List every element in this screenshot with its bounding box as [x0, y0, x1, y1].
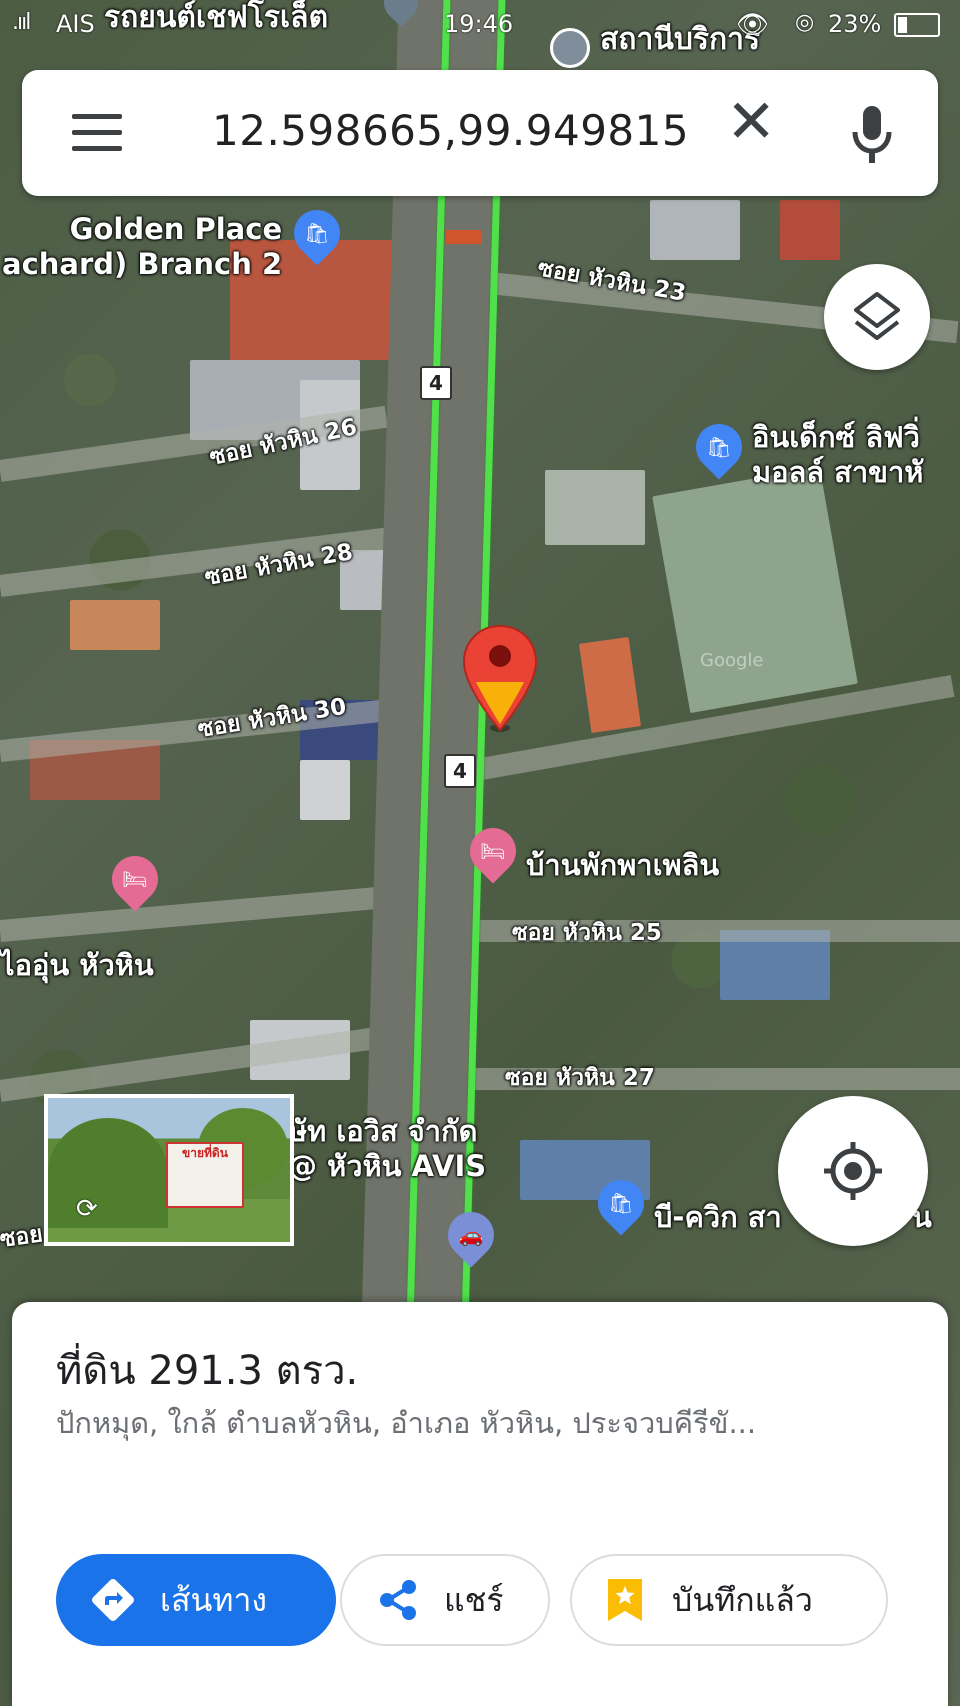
battery-level: 23% — [828, 10, 882, 38]
tree — [48, 1118, 168, 1228]
layers-button[interactable] — [824, 264, 930, 370]
battery-fill — [898, 17, 907, 33]
road-label: ซอย — [0, 1221, 45, 1253]
battery-icon — [894, 13, 940, 37]
route-shield: 4 — [420, 366, 452, 400]
side-road — [0, 886, 390, 942]
place-label[interactable]: บ้านพักพาเพลิน — [526, 848, 719, 883]
street-view-thumbnail[interactable]: ขายที่ดิน ⟳ — [44, 1094, 294, 1246]
directions-icon — [92, 1579, 134, 1621]
share-icon — [380, 1580, 416, 1620]
car-icon: 🚗 — [458, 1223, 484, 1247]
clock: 19:46 — [444, 10, 514, 38]
place-label-index-mall[interactable]: อินเด็กซ์ ลิฟวิ่ มอลล์ สาขาหั — [752, 420, 923, 491]
mic-icon[interactable] — [850, 104, 894, 166]
mall-roof — [652, 466, 858, 714]
search-bar[interactable]: 12.598665,99.949815 ✕ — [22, 70, 938, 196]
signal-icon: .ııl — [12, 10, 31, 35]
bed-icon: 🛏 — [122, 867, 148, 891]
carrier: AIS — [56, 10, 95, 38]
dropped-pin-icon[interactable] — [462, 624, 538, 736]
hotel-pin[interactable]: 🛏 — [102, 846, 168, 912]
shopping-bag-icon: 🛍 — [304, 221, 330, 245]
route-shield: 4 — [444, 754, 476, 788]
land-sale-sign: ขายที่ดิน — [166, 1142, 244, 1208]
directions-label: เส้นทาง — [160, 1580, 268, 1619]
building — [578, 636, 642, 734]
location-icon: ◎ — [795, 10, 815, 35]
place-label-line: @ หัวหิน AVIS — [288, 1149, 487, 1184]
place-label-golden-place[interactable]: Golden Place achard) Branch 2 — [2, 212, 283, 283]
shopping-pin[interactable]: 🛍 — [686, 414, 752, 480]
road-label: ซอย หัวหิน 25 — [512, 920, 662, 946]
rotate-360-icon: ⟳ — [76, 1194, 98, 1224]
building — [300, 760, 350, 820]
crosshair-icon — [824, 1142, 882, 1200]
place-label-line: มอลล์ สาขาหั — [752, 455, 924, 490]
status-bar: .ııl AIS 19:46 👁 ◎ 23% — [0, 0, 960, 50]
place-sheet[interactable]: ที่ดิน 291.3 ตรว. ปักหมุด, ใกล้ ตำบลหัวห… — [12, 1302, 948, 1706]
shopping-bag-icon: 🛍 — [608, 1191, 634, 1215]
saved-label: บันทึกแล้ว — [672, 1580, 813, 1619]
close-icon[interactable]: ✕ — [726, 92, 776, 152]
place-label-line: ษัท เอวิส จำกัด — [288, 1114, 478, 1148]
building — [545, 470, 645, 545]
directions-button[interactable]: เส้นทาง — [56, 1554, 336, 1646]
place-label-line: อินเด็กซ์ ลิฟวิ่ — [752, 420, 920, 454]
place-label[interactable]: บี-ควิก สา — [654, 1200, 782, 1235]
share-button[interactable]: แชร์ — [340, 1554, 550, 1646]
place-label-avis[interactable]: ษัท เอวิส จำกัด @ หัวหิน AVIS — [288, 1114, 486, 1185]
building — [780, 200, 840, 260]
eye-icon: 👁 — [736, 10, 770, 40]
place-label-line: Golden Place — [69, 212, 283, 246]
building — [70, 600, 160, 650]
bed-icon: 🛏 — [480, 839, 506, 863]
search-input[interactable]: 12.598665,99.949815 — [212, 106, 689, 155]
shopping-bag-icon: 🛍 — [706, 435, 732, 459]
traffic-segment — [446, 230, 482, 244]
building — [650, 200, 740, 260]
bookmark-star-icon — [608, 1579, 642, 1621]
layers-icon — [854, 292, 900, 340]
share-label: แชร์ — [444, 1580, 504, 1619]
place-label-line: achard) Branch 2 — [2, 247, 283, 282]
my-location-button[interactable] — [778, 1096, 928, 1246]
place-title: ที่ดิน 291.3 ตรว. — [56, 1348, 359, 1394]
saved-button[interactable]: บันทึกแล้ว — [570, 1554, 888, 1646]
place-label[interactable]: ไออุ่น หัวหิน — [0, 948, 154, 983]
road-label: ซอย หัวหิน 27 — [505, 1065, 655, 1091]
place-address: ปักหมุด, ใกล้ ตำบลหัวหิน, อำเภอ หัวหิน, … — [56, 1406, 757, 1440]
map-watermark: Google — [700, 650, 764, 671]
menu-icon[interactable] — [72, 114, 122, 151]
